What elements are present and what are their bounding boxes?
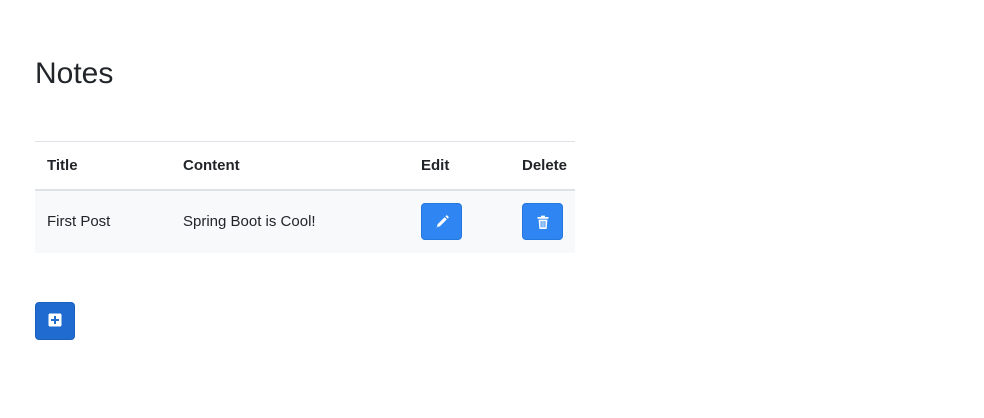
column-header-delete: Delete xyxy=(522,156,568,174)
delete-cell xyxy=(510,190,575,253)
page-title: Notes xyxy=(35,57,114,90)
table-row: First Post Spring Boot is Cool! xyxy=(35,189,575,253)
table-header: Title Content Edit Delete xyxy=(35,141,575,190)
note-title-cell: First Post xyxy=(47,213,111,230)
pencil-icon xyxy=(434,214,450,230)
note-content-cell: Spring Boot is Cool! xyxy=(183,213,316,230)
delete-button[interactable] xyxy=(522,203,563,240)
plus-square-icon xyxy=(48,313,62,330)
column-header-title: Title xyxy=(47,156,78,174)
trash-icon xyxy=(535,214,551,230)
table-body: First Post Spring Boot is Cool! xyxy=(35,189,575,253)
add-note-button[interactable] xyxy=(35,302,75,340)
column-header-edit: Edit xyxy=(421,156,450,174)
edit-cell xyxy=(409,190,510,253)
table-header-row: Title Content Edit Delete xyxy=(35,141,575,190)
edit-button[interactable] xyxy=(421,203,462,240)
column-header-content: Content xyxy=(183,156,240,174)
notes-page: Notes Title Content Edit Delete First Po… xyxy=(0,0,984,418)
notes-table: Title Content Edit Delete First Post Spr… xyxy=(35,141,575,253)
